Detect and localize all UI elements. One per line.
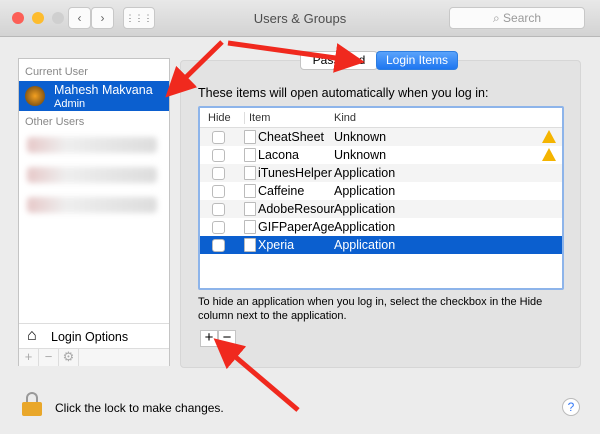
annotation-arrows bbox=[165, 40, 365, 412]
arrow-to-user bbox=[165, 40, 224, 98]
arrow-to-add-button bbox=[213, 338, 300, 412]
arrow-to-login-items bbox=[227, 40, 365, 73]
